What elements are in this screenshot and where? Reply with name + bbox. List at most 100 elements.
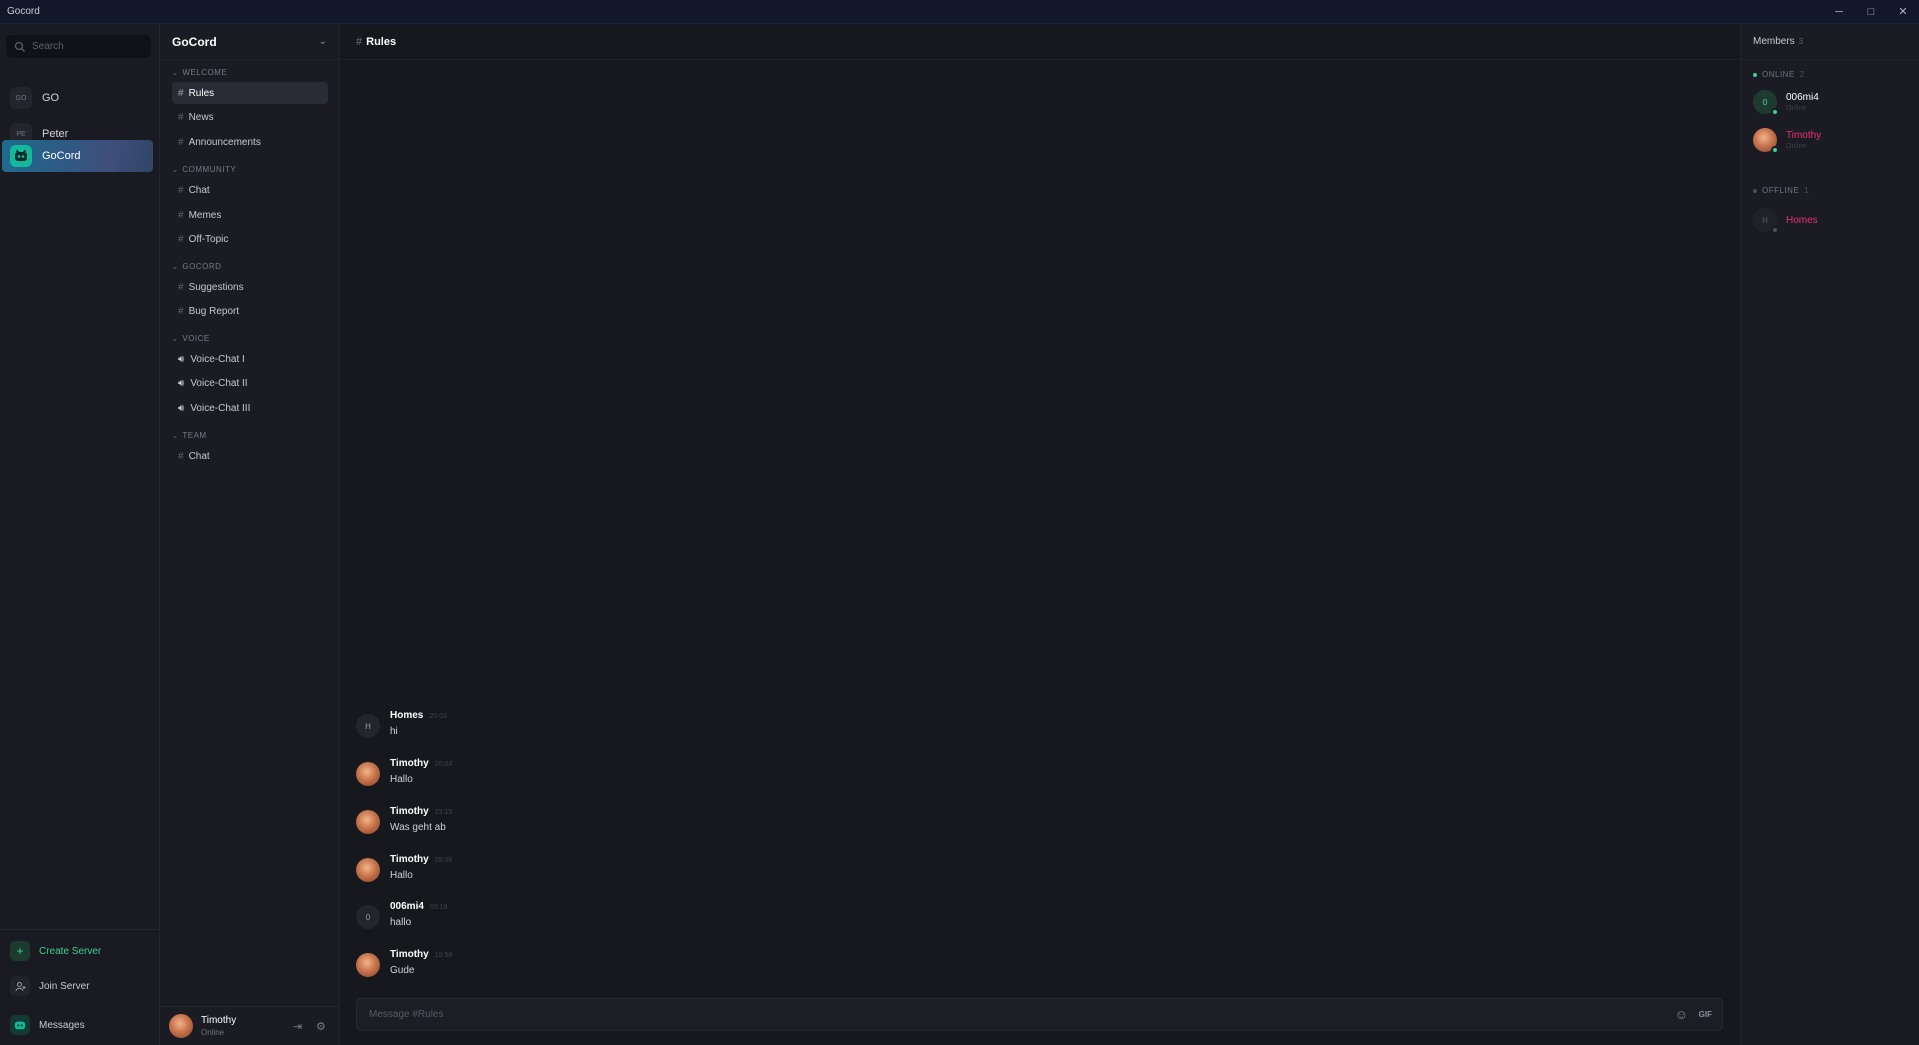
hash-icon: #: [178, 184, 184, 196]
create-server-button[interactable]: + Create Server: [10, 940, 101, 962]
server-item-go[interactable]: GO GO: [2, 82, 153, 114]
member-timothy[interactable]: Timothy Online: [1753, 126, 1913, 154]
message-text: Hallo: [390, 870, 413, 881]
gif-button[interactable]: GIF: [1699, 1010, 1712, 1019]
server-header[interactable]: GoCord ⌄: [160, 24, 339, 60]
message: Timothy 19:58 Gude: [356, 949, 452, 985]
category-label: TEAM: [182, 431, 207, 440]
category-label: GOCORD: [182, 262, 222, 271]
hash-icon: #: [178, 87, 184, 99]
search-icon: [14, 41, 25, 52]
message-time: 19:58: [434, 952, 453, 959]
avatar[interactable]: [356, 953, 380, 977]
message-author[interactable]: Timothy: [390, 854, 429, 865]
channel-bug-report[interactable]: # Bug Report: [172, 300, 328, 322]
message-placeholder: Message #Rules: [369, 1009, 444, 1020]
members-title: Members: [1753, 36, 1795, 47]
user-name: Timothy: [201, 1015, 237, 1026]
avatar: [1753, 128, 1779, 154]
category-welcome[interactable]: ⌄ WELCOME: [172, 68, 227, 77]
channel-news[interactable]: # News: [172, 106, 328, 128]
server-name: Peter: [42, 128, 69, 140]
chat-area: # Rules H Homes 20:03 hi Timothy 20:04 Hal…: [341, 24, 1739, 1045]
member-homes[interactable]: H Homes: [1753, 206, 1913, 234]
message-time: 20:03: [429, 713, 447, 720]
user-add-icon: [10, 976, 30, 996]
category-voice[interactable]: ⌄ VOICE: [172, 334, 210, 343]
channel-label: Voice-Chat III: [190, 402, 251, 414]
message-author[interactable]: Timothy: [390, 949, 429, 960]
message-author[interactable]: Timothy: [390, 758, 429, 769]
close-button[interactable]: ✕: [1887, 0, 1919, 24]
search-input[interactable]: Search: [6, 35, 151, 58]
category-gocord[interactable]: ⌄ GOCORD: [172, 262, 221, 271]
message-author[interactable]: 006mi4: [390, 901, 424, 912]
online-dot-icon: [1753, 72, 1757, 77]
avatar: H: [1753, 208, 1779, 234]
avatar[interactable]: 0: [356, 905, 380, 929]
emoji-icon[interactable]: ☺: [1675, 1007, 1688, 1022]
avatar[interactable]: [356, 810, 380, 834]
members-count: 3: [1798, 37, 1804, 46]
message-author[interactable]: Timothy: [390, 806, 429, 817]
avatar[interactable]: [356, 762, 380, 786]
server-name: GO: [42, 92, 60, 104]
channel-memes[interactable]: # Memes: [172, 204, 328, 226]
channel-title: Rules: [366, 35, 397, 48]
voice-channel-1[interactable]: 🔊︎ Voice-Chat I: [172, 348, 328, 370]
chevron-down-icon[interactable]: ⌄: [319, 36, 327, 47]
chevron-down-icon: ⌄: [172, 263, 179, 271]
member-006mi4[interactable]: 0 006mi4 Online: [1753, 88, 1913, 116]
hash-icon: #: [178, 111, 184, 123]
category-team[interactable]: ⌄ TEAM: [172, 431, 207, 440]
channel-rules[interactable]: # Rules: [172, 82, 328, 104]
voice-channel-2[interactable]: 🔊︎ Voice-Chat II: [172, 372, 328, 394]
avatar[interactable]: [356, 858, 380, 882]
online-status-icon: [1771, 146, 1779, 154]
category-label: VOICE: [182, 334, 210, 343]
server-name: GoCord: [42, 150, 81, 162]
group-count: 2: [1799, 70, 1805, 79]
message: Timothy 23:15 Was geht ab: [356, 806, 452, 842]
hash-icon: #: [178, 281, 184, 293]
channel-label: Rules: [188, 87, 215, 99]
channel-label: Bug Report: [188, 305, 240, 317]
channel-announcements[interactable]: # Announcements: [172, 131, 328, 153]
channel-off-topic[interactable]: # Off-Topic: [172, 228, 328, 250]
chevron-down-icon: ⌄: [172, 69, 179, 77]
messages-button[interactable]: Messages: [10, 1014, 85, 1036]
avatar[interactable]: H: [356, 714, 380, 738]
group-count: 1: [1804, 186, 1810, 195]
message-text: hallo: [390, 917, 412, 928]
create-server-label: Create Server: [39, 945, 102, 957]
avatar-initial: 0: [1762, 97, 1768, 107]
maximize-button[interactable]: □: [1855, 0, 1887, 24]
message-input[interactable]: Message #Rules ☺ GIF: [356, 998, 1723, 1031]
search-placeholder: Search: [32, 41, 64, 52]
message-author[interactable]: Homes: [390, 710, 423, 721]
channel-suggestions[interactable]: # Suggestions: [172, 276, 328, 298]
channel-label: Voice-Chat I: [190, 353, 245, 365]
message: H Homes 20:03 hi: [356, 710, 447, 746]
minimize-button[interactable]: ─: [1823, 0, 1855, 24]
member-status: Online: [1786, 143, 1807, 150]
server-item-gocord[interactable]: GoCord: [2, 140, 153, 172]
user-panel: Timothy Online ⇥ ⚙: [160, 1006, 340, 1045]
user-status: Online: [201, 1028, 225, 1037]
member-name: Timothy: [1786, 130, 1822, 141]
channel-label: Off-Topic: [188, 233, 229, 245]
speaker-icon: 🔊︎: [178, 402, 185, 414]
channel-chat[interactable]: # Chat: [172, 179, 328, 201]
channel-team-chat[interactable]: # Chat: [172, 445, 328, 467]
join-server-button[interactable]: Join Server: [10, 975, 90, 997]
server-title: GoCord: [172, 34, 217, 49]
category-community[interactable]: ⌄ COMMUNITY: [172, 165, 236, 174]
voice-channel-3[interactable]: 🔊︎ Voice-Chat III: [172, 397, 328, 419]
message-time: 09:19: [429, 904, 448, 911]
chevron-down-icon: ⌄: [172, 335, 179, 343]
server-sidebar: Search GO GO PE Peter GoCord + Create Se…: [0, 24, 160, 1045]
avatar[interactable]: [169, 1014, 193, 1038]
logout-icon[interactable]: ⇥: [293, 1020, 302, 1033]
window-controls: ─ □ ✕: [1823, 0, 1919, 24]
gear-icon[interactable]: ⚙: [316, 1020, 326, 1033]
